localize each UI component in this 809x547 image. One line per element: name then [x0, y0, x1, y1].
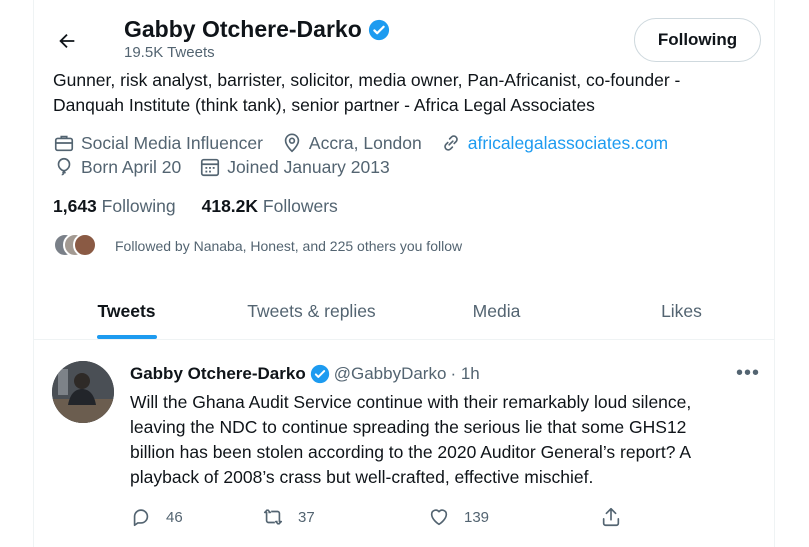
tweet-header: Gabby Otchere-Darko @GabbyDarko · 1h — [130, 364, 480, 384]
briefcase-icon — [54, 135, 74, 152]
back-button[interactable] — [52, 26, 82, 56]
followers-stat[interactable]: 418.2K Followers — [202, 196, 338, 217]
tweet-author-handle[interactable]: @GabbyDarko — [334, 364, 447, 384]
profile-stats: 1,643 Following 418.2K Followers — [53, 196, 338, 217]
bio-line: Gunner, risk analyst, barrister, solicit… — [53, 70, 681, 90]
location-text: Accra, London — [308, 132, 422, 153]
website-link[interactable]: africalegalassociates.com — [468, 133, 668, 154]
following-count: 1,643 — [53, 196, 97, 216]
followed-by-text: Followed by Nanaba, Honest, and 225 othe… — [115, 238, 463, 254]
share-button[interactable] — [600, 506, 622, 528]
tweet-line: playback of 2008’s crass but well-crafte… — [130, 467, 594, 487]
following-button[interactable]: Following — [634, 18, 761, 62]
link-icon — [443, 135, 458, 151]
tab-likes[interactable]: Likes — [589, 284, 774, 339]
share-icon — [602, 507, 620, 527]
followed-by[interactable]: Followed by Nanaba, Honest, and 225 othe… — [53, 233, 462, 259]
profile-tabs: Tweets Tweets & replies Media Likes — [34, 284, 774, 340]
like-button[interactable]: 139 — [428, 506, 600, 528]
profile-name: Gabby Otchere-Darko — [124, 16, 362, 42]
retweet-button[interactable]: 37 — [262, 506, 428, 528]
tab-tweets[interactable]: Tweets — [34, 284, 219, 339]
more-icon[interactable]: ••• — [736, 363, 760, 383]
balloon-icon — [57, 157, 71, 176]
profile-website[interactable]: africalegalassociates.com — [440, 132, 668, 154]
profile-location: Accra, London — [281, 132, 422, 154]
tweet-line: Will the Ghana Audit Service continue wi… — [130, 392, 692, 412]
category-text: Social Media Influencer — [81, 132, 263, 153]
reply-count: 46 — [166, 508, 183, 526]
tweet-count: 19.5K Tweets — [124, 44, 215, 61]
verified-badge-icon — [368, 19, 389, 40]
like-count: 139 — [464, 508, 490, 526]
like-icon — [430, 509, 448, 526]
profile-meta-row-2: Born April 20 Joined January 2013 — [53, 156, 408, 178]
following-stat[interactable]: 1,643 Following — [53, 196, 176, 217]
profile-category: Social Media Influencer — [53, 132, 263, 154]
followers-count: 418.2K — [201, 196, 259, 216]
avatar — [73, 233, 97, 257]
followers-label: Followers — [262, 196, 338, 216]
joined-text: Joined January 2013 — [227, 156, 390, 177]
profile-meta-row-1: Social Media Influencer Accra, London af… — [53, 132, 686, 154]
tweet-text: Will the Ghana Audit Service continue wi… — [130, 390, 770, 490]
following-label: Following — [101, 196, 176, 216]
tweet-author-name[interactable]: Gabby Otchere-Darko — [130, 364, 306, 384]
reply-icon — [133, 509, 149, 527]
bio-line: Danquah Institute (think tank), senior p… — [53, 95, 595, 115]
tweet-actions: 46 37 139 — [130, 506, 670, 528]
back-arrow-icon — [59, 33, 75, 49]
profile-bio: Gunner, risk analyst, barrister, solicit… — [53, 68, 773, 118]
retweet-count: 37 — [298, 508, 315, 526]
birthday-text: Born April 20 — [81, 156, 182, 177]
avatar[interactable] — [52, 361, 114, 423]
reply-button[interactable]: 46 — [130, 506, 262, 528]
retweet-icon — [263, 509, 283, 525]
profile-joined: Joined January 2013 — [199, 156, 390, 178]
tweet-time[interactable]: · 1h — [450, 364, 479, 384]
tweet-line: billion has been stolen according to the… — [130, 442, 692, 462]
tab-media[interactable]: Media — [404, 284, 589, 339]
verified-badge-icon — [310, 364, 329, 384]
profile-birthday: Born April 20 — [53, 156, 181, 178]
tweet-line: leaving the NDC to continue spreading th… — [130, 417, 687, 437]
profile-header-name: Gabby Otchere-Darko — [124, 16, 390, 43]
avatar-photo — [52, 361, 114, 423]
tab-tweets-replies[interactable]: Tweets & replies — [219, 284, 404, 339]
calendar-icon — [201, 158, 220, 177]
follower-avatars — [53, 233, 99, 259]
location-pin-icon — [284, 133, 300, 153]
